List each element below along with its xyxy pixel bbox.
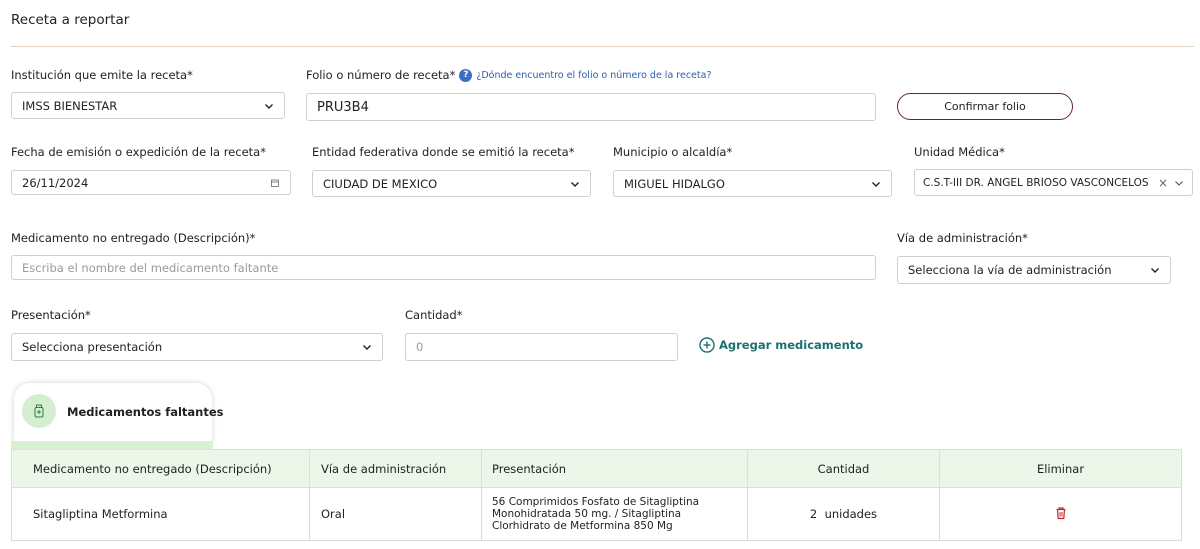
presentacion-value: Selecciona presentación <box>22 340 163 354</box>
cantidad-placeholder: 0 <box>416 340 424 354</box>
calendar-icon[interactable] <box>270 178 280 188</box>
column-header-via: Vía de administración <box>309 449 482 488</box>
institucion-value: IMSS BIENESTAR <box>22 98 118 113</box>
help-icon[interactable]: ? <box>459 68 473 82</box>
via-value: Selecciona la vía de administración <box>908 263 1112 277</box>
chevron-down-icon <box>1174 178 1184 188</box>
tab-indicator <box>11 441 213 449</box>
row-via: Oral <box>309 487 482 541</box>
presentacion-select[interactable]: Selecciona presentación <box>11 333 383 361</box>
column-header-medicamento: Medicamento no entregado (Descripción) <box>11 449 310 488</box>
via-select[interactable]: Selecciona la vía de administración <box>897 256 1171 284</box>
presentacion-label: Presentación* <box>11 308 91 322</box>
column-header-eliminar: Eliminar <box>939 449 1182 488</box>
section-divider <box>11 46 1194 47</box>
tab-label: Medicamentos faltantes <box>67 405 224 419</box>
fecha-label: Fecha de emisión o expedición de la rece… <box>11 145 266 159</box>
row-cantidad: 2 unidades <box>747 487 940 541</box>
chevron-down-icon <box>570 179 580 189</box>
folio-label: Folio o número de receta* <box>306 68 456 82</box>
entidad-label: Entidad federativa donde se emitió la re… <box>312 145 575 159</box>
unidad-select[interactable]: C.S.T-III DR. ÁNGEL BRÍOSO VASCONCELOS × <box>914 169 1193 196</box>
entidad-select[interactable]: CIUDAD DE MEXICO <box>312 170 591 197</box>
row-delete-cell <box>939 487 1182 541</box>
section-title: Receta a reportar <box>11 12 130 28</box>
folio-input[interactable]: PRU3B4 <box>306 93 876 121</box>
row-presentacion: 56 Comprimidos Fosfato de Sitagliptina M… <box>481 487 748 541</box>
confirm-folio-button[interactable]: Confirmar folio <box>897 93 1073 120</box>
institucion-label: Institución que emite la receta* <box>11 68 193 82</box>
table-header-row: Medicamento no entregado (Descripción) V… <box>11 449 1182 488</box>
via-label: Vía de administración* <box>897 231 1028 245</box>
add-medication-button[interactable]: Agregar medicamento <box>699 337 863 353</box>
folio-label-row: Folio o número de receta* ? ¿Dónde encue… <box>306 68 712 82</box>
institucion-select[interactable]: IMSS BIENESTAR <box>11 92 285 119</box>
medicamento-placeholder: Escriba el nombre del medicamento faltan… <box>22 260 279 275</box>
chevron-down-icon <box>1150 265 1160 275</box>
trash-icon[interactable] <box>1054 506 1068 523</box>
municipio-select[interactable]: MIGUEL HIDALGO <box>613 170 892 197</box>
municipio-value: MIGUEL HIDALGO <box>624 176 725 191</box>
cantidad-label: Cantidad* <box>405 308 463 322</box>
chevron-down-icon <box>264 101 274 111</box>
column-header-cantidad: Cantidad <box>747 449 940 488</box>
medicamento-label: Medicamento no entregado (Descripción)* <box>11 231 256 245</box>
row-cantidad-unit: unidades <box>824 507 878 521</box>
medicamento-input[interactable]: Escriba el nombre del medicamento faltan… <box>11 255 876 280</box>
chevron-down-icon <box>362 342 372 352</box>
column-header-presentacion: Presentación <box>481 449 748 488</box>
row-medicamento: Sitagliptina Metformina <box>11 487 310 541</box>
medicine-bottle-icon <box>22 394 56 428</box>
cantidad-input[interactable]: 0 <box>405 333 678 361</box>
row-cantidad-value: 2 <box>809 507 818 521</box>
folio-help-link[interactable]: ¿Dónde encuentro el folio o número de la… <box>476 70 711 81</box>
medications-table: Medicamento no entregado (Descripción) V… <box>11 449 1182 541</box>
unidad-value: C.S.T-III DR. ÁNGEL BRÍOSO VASCONCELOS <box>923 176 1149 189</box>
clear-icon[interactable]: × <box>1158 176 1168 190</box>
plus-circle-icon <box>699 337 715 353</box>
add-medication-label: Agregar medicamento <box>719 338 864 352</box>
unidad-label: Unidad Médica* <box>914 145 1005 159</box>
fecha-input[interactable]: 26/11/2024 <box>11 170 291 195</box>
entidad-value: CIUDAD DE MEXICO <box>323 176 438 191</box>
table-row: Sitagliptina Metformina Oral 56 Comprimi… <box>11 487 1182 541</box>
fecha-value: 26/11/2024 <box>22 175 89 190</box>
folio-value: PRU3B4 <box>317 99 369 115</box>
chevron-down-icon <box>871 179 881 189</box>
municipio-label: Municipio o alcaldía* <box>613 145 733 159</box>
